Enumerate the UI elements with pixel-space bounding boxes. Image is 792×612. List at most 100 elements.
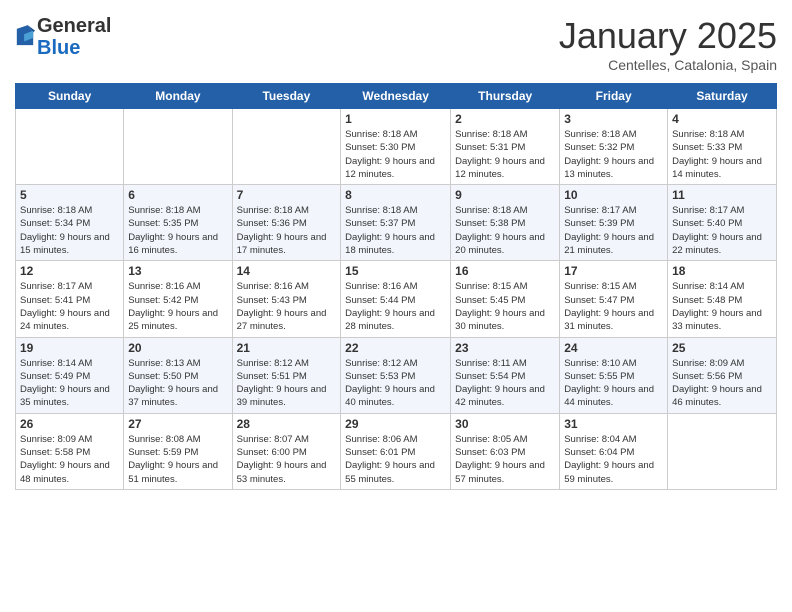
col-tuesday: Tuesday [232,84,341,109]
col-friday: Friday [560,84,668,109]
calendar-cell: 25Sunrise: 8:09 AM Sunset: 5:56 PM Dayli… [668,337,777,413]
calendar-week-2: 5 Sunrise: 8:18 AM Sunset: 5:34 PM Daylig… [16,185,777,261]
calendar-cell: 4Sunrise: 8:18 AM Sunset: 5:33 PM Daylig… [668,109,777,185]
day-number: 23 [455,341,555,355]
day-number: 7 [237,188,337,202]
header-row: Sunday Monday Tuesday Wednesday Thursday… [16,84,777,109]
calendar-cell: 28Sunrise: 8:07 AM Sunset: 6:00 PM Dayli… [232,413,341,489]
calendar-cell [124,109,232,185]
calendar-cell: 31 Sunrise: 8:04 AM Sunset: 6:04 PM Dayli… [560,413,668,489]
cell-content: Sunrise: 8:04 AM Sunset: 6:04 PM Dayligh… [564,433,663,486]
day-number: 2 [455,112,555,126]
day-number: 12 [20,264,119,278]
calendar-cell: 14Sunrise: 8:16 AM Sunset: 5:43 PM Dayli… [232,261,341,337]
cell-content: Sunrise: 8:18 AM Sunset: 5:33 PM Dayligh… [672,128,772,181]
header: General Blue January 2025 Centelles, Cat… [15,15,777,73]
logo-icon [15,25,35,49]
day-number: 22 [345,341,446,355]
day-number: 11 [672,188,772,202]
calendar-cell: 2 Sunrise: 8:18 AM Sunset: 5:31 PM Daylig… [451,109,560,185]
day-number: 21 [237,341,337,355]
calendar-body: 1 Sunrise: 8:18 AM Sunset: 5:30 PM Daylig… [16,109,777,490]
cell-content: Sunrise: 8:17 AM Sunset: 5:39 PM Dayligh… [564,204,663,257]
calendar-week-5: 26Sunrise: 8:09 AM Sunset: 5:58 PM Dayli… [16,413,777,489]
logo-general: General [37,15,111,37]
cell-content: Sunrise: 8:07 AM Sunset: 6:00 PM Dayligh… [237,433,337,486]
calendar-cell: 17 Sunrise: 8:15 AM Sunset: 5:47 PM Dayli… [560,261,668,337]
day-number: 29 [345,417,446,431]
cell-content: Sunrise: 8:13 AM Sunset: 5:50 PM Dayligh… [128,357,227,410]
calendar-cell: 13Sunrise: 8:16 AM Sunset: 5:42 PM Dayli… [124,261,232,337]
day-number: 27 [128,417,227,431]
day-number: 13 [128,264,227,278]
cell-content: Sunrise: 8:18 AM Sunset: 5:37 PM Dayligh… [345,204,446,257]
calendar-cell: 18Sunrise: 8:14 AM Sunset: 5:48 PM Dayli… [668,261,777,337]
col-sunday: Sunday [16,84,124,109]
calendar-cell: 16Sunrise: 8:15 AM Sunset: 5:45 PM Dayli… [451,261,560,337]
day-number: 1 [345,112,446,126]
day-number: 5 [20,188,119,202]
title-block: January 2025 Centelles, Catalonia, Spain [559,15,777,73]
cell-content: Sunrise: 8:05 AM Sunset: 6:03 PM Dayligh… [455,433,555,486]
col-monday: Monday [124,84,232,109]
logo-text: General Blue [37,15,111,59]
cell-content: Sunrise: 8:10 AM Sunset: 5:55 PM Dayligh… [564,357,663,410]
cell-content: Sunrise: 8:15 AM Sunset: 5:45 PM Dayligh… [455,280,555,333]
calendar-cell: 12 Sunrise: 8:17 AM Sunset: 5:41 PM Dayli… [16,261,124,337]
cell-content: Sunrise: 8:06 AM Sunset: 6:01 PM Dayligh… [345,433,446,486]
cell-content: Sunrise: 8:09 AM Sunset: 5:58 PM Dayligh… [20,433,119,486]
day-number: 6 [128,188,227,202]
calendar-cell: 10 Sunrise: 8:17 AM Sunset: 5:39 PM Dayli… [560,185,668,261]
calendar-cell: 20Sunrise: 8:13 AM Sunset: 5:50 PM Dayli… [124,337,232,413]
logo: General Blue [15,15,111,59]
calendar-cell [16,109,124,185]
cell-content: Sunrise: 8:17 AM Sunset: 5:40 PM Dayligh… [672,204,772,257]
cell-content: Sunrise: 8:14 AM Sunset: 5:48 PM Dayligh… [672,280,772,333]
calendar-cell: 26Sunrise: 8:09 AM Sunset: 5:58 PM Dayli… [16,413,124,489]
calendar-cell: 21Sunrise: 8:12 AM Sunset: 5:51 PM Dayli… [232,337,341,413]
cell-content: Sunrise: 8:18 AM Sunset: 5:30 PM Dayligh… [345,128,446,181]
month-title: January 2025 [559,15,777,57]
cell-content: Sunrise: 8:18 AM Sunset: 5:31 PM Dayligh… [455,128,555,181]
cell-content: Sunrise: 8:18 AM Sunset: 5:34 PM Dayligh… [20,204,119,257]
day-number: 31 [564,417,663,431]
cell-content: Sunrise: 8:14 AM Sunset: 5:49 PM Dayligh… [20,357,119,410]
calendar-cell [232,109,341,185]
day-number: 15 [345,264,446,278]
calendar-cell: 11 Sunrise: 8:17 AM Sunset: 5:40 PM Dayli… [668,185,777,261]
day-number: 19 [20,341,119,355]
calendar-cell: 23 Sunrise: 8:11 AM Sunset: 5:54 PM Dayli… [451,337,560,413]
day-number: 17 [564,264,663,278]
calendar-cell: 30 Sunrise: 8:05 AM Sunset: 6:03 PM Dayli… [451,413,560,489]
cell-content: Sunrise: 8:18 AM Sunset: 5:36 PM Dayligh… [237,204,337,257]
day-number: 8 [345,188,446,202]
day-number: 9 [455,188,555,202]
calendar-cell: 6 Sunrise: 8:18 AM Sunset: 5:35 PM Daylig… [124,185,232,261]
cell-content: Sunrise: 8:16 AM Sunset: 5:44 PM Dayligh… [345,280,446,333]
col-thursday: Thursday [451,84,560,109]
cell-content: Sunrise: 8:18 AM Sunset: 5:32 PM Dayligh… [564,128,663,181]
cell-content: Sunrise: 8:15 AM Sunset: 5:47 PM Dayligh… [564,280,663,333]
cell-content: Sunrise: 8:16 AM Sunset: 5:43 PM Dayligh… [237,280,337,333]
calendar-week-3: 12 Sunrise: 8:17 AM Sunset: 5:41 PM Dayli… [16,261,777,337]
col-wednesday: Wednesday [341,84,451,109]
cell-content: Sunrise: 8:11 AM Sunset: 5:54 PM Dayligh… [455,357,555,410]
calendar-table: Sunday Monday Tuesday Wednesday Thursday… [15,83,777,490]
calendar-week-1: 1 Sunrise: 8:18 AM Sunset: 5:30 PM Daylig… [16,109,777,185]
calendar-cell: 9Sunrise: 8:18 AM Sunset: 5:38 PM Daylig… [451,185,560,261]
day-number: 3 [564,112,663,126]
cell-content: Sunrise: 8:12 AM Sunset: 5:53 PM Dayligh… [345,357,446,410]
day-number: 10 [564,188,663,202]
day-number: 25 [672,341,772,355]
calendar-week-4: 19 Sunrise: 8:14 AM Sunset: 5:49 PM Dayli… [16,337,777,413]
calendar-cell: 7 Sunrise: 8:18 AM Sunset: 5:36 PM Daylig… [232,185,341,261]
location: Centelles, Catalonia, Spain [559,57,777,73]
calendar-cell: 8 Sunrise: 8:18 AM Sunset: 5:37 PM Daylig… [341,185,451,261]
calendar-cell: 27 Sunrise: 8:08 AM Sunset: 5:59 PM Dayli… [124,413,232,489]
col-saturday: Saturday [668,84,777,109]
cell-content: Sunrise: 8:08 AM Sunset: 5:59 PM Dayligh… [128,433,227,486]
day-number: 30 [455,417,555,431]
calendar-cell [668,413,777,489]
cell-content: Sunrise: 8:18 AM Sunset: 5:35 PM Dayligh… [128,204,227,257]
cell-content: Sunrise: 8:17 AM Sunset: 5:41 PM Dayligh… [20,280,119,333]
